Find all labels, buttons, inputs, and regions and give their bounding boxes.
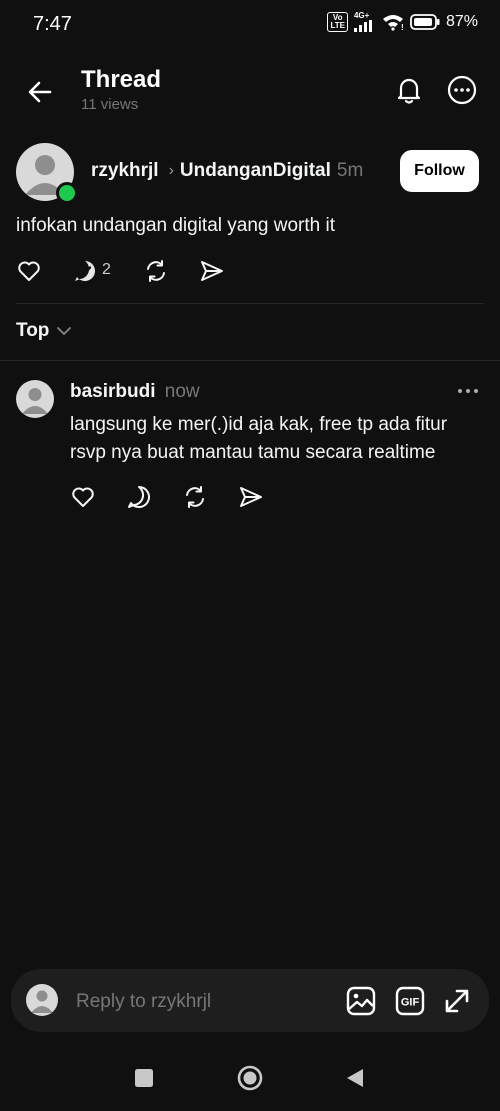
- volte-badge: Vo LTE: [327, 12, 348, 32]
- divider: [16, 303, 484, 304]
- home-button[interactable]: [237, 1065, 263, 1091]
- reply-text: langsung ke mer(.)id aja kak, free tp ad…: [70, 414, 448, 463]
- image-icon[interactable]: [345, 985, 377, 1017]
- reply-count: 2: [102, 261, 111, 278]
- network-type: 4G+: [353, 11, 370, 20]
- follow-button[interactable]: Follow: [400, 150, 479, 192]
- share-icon[interactable]: [238, 484, 264, 510]
- repost-icon[interactable]: [182, 484, 208, 510]
- default-avatar-icon: [22, 388, 48, 414]
- gif-icon: GIF: [395, 986, 425, 1016]
- status-icons: Vo LTE 4G+ ! 87%: [327, 12, 478, 32]
- wifi-icon: !: [382, 15, 404, 31]
- status-time: 7:47: [33, 13, 72, 35]
- reply-time: now: [164, 381, 200, 402]
- page-title: Thread: [81, 66, 162, 93]
- post-username[interactable]: rzykhrjl: [91, 160, 159, 182]
- composer-avatar: [26, 984, 58, 1016]
- online-status-indicator: [56, 182, 78, 204]
- chevron-down-icon: [57, 327, 72, 335]
- more-horizontal-icon[interactable]: [456, 384, 480, 398]
- heart-icon[interactable]: [70, 484, 96, 510]
- reply-composer: GIF: [11, 969, 489, 1032]
- recents-button[interactable]: [134, 1068, 154, 1088]
- share-icon[interactable]: [199, 258, 225, 284]
- reply-header: basirbudi now: [70, 381, 200, 403]
- gif-label: GIF: [401, 997, 420, 1009]
- view-count: 11 views: [81, 96, 139, 113]
- heart-icon[interactable]: [16, 258, 42, 284]
- repost-icon[interactable]: [143, 258, 169, 284]
- comment-icon[interactable]: [126, 484, 152, 510]
- reply-input[interactable]: [74, 987, 338, 1017]
- reply-check-icon[interactable]: [72, 258, 98, 284]
- more-options-button[interactable]: [446, 74, 478, 106]
- back-arrow-icon: [28, 81, 52, 103]
- divider: [0, 360, 500, 361]
- sort-dropdown[interactable]: Top: [16, 320, 72, 342]
- svg-text:!: !: [401, 23, 404, 31]
- more-circle-icon: [447, 75, 477, 105]
- expand-icon[interactable]: [441, 985, 473, 1017]
- gif-button[interactable]: GIF: [394, 985, 426, 1017]
- sort-label: Top: [16, 320, 50, 341]
- bell-icon: [397, 78, 421, 104]
- post-community[interactable]: UndanganDigital: [180, 160, 331, 182]
- signal-icon: 4G+: [353, 11, 376, 32]
- post-text: infokan undangan digital yang worth it: [16, 215, 336, 236]
- notifications-button[interactable]: [393, 74, 425, 106]
- back-button[interactable]: [24, 76, 56, 108]
- battery-percent: 87%: [445, 13, 478, 30]
- chevron-right-icon: ›: [168, 162, 174, 179]
- back-nav-button[interactable]: [344, 1067, 366, 1089]
- reply-username[interactable]: basirbudi: [70, 381, 156, 402]
- post-author-row: rzykhrjl › UndanganDigital 5m: [91, 160, 363, 182]
- reply-avatar[interactable]: [16, 380, 54, 418]
- battery-icon: [410, 14, 440, 30]
- post-time: 5m: [336, 160, 364, 181]
- default-avatar-icon: [31, 990, 53, 1013]
